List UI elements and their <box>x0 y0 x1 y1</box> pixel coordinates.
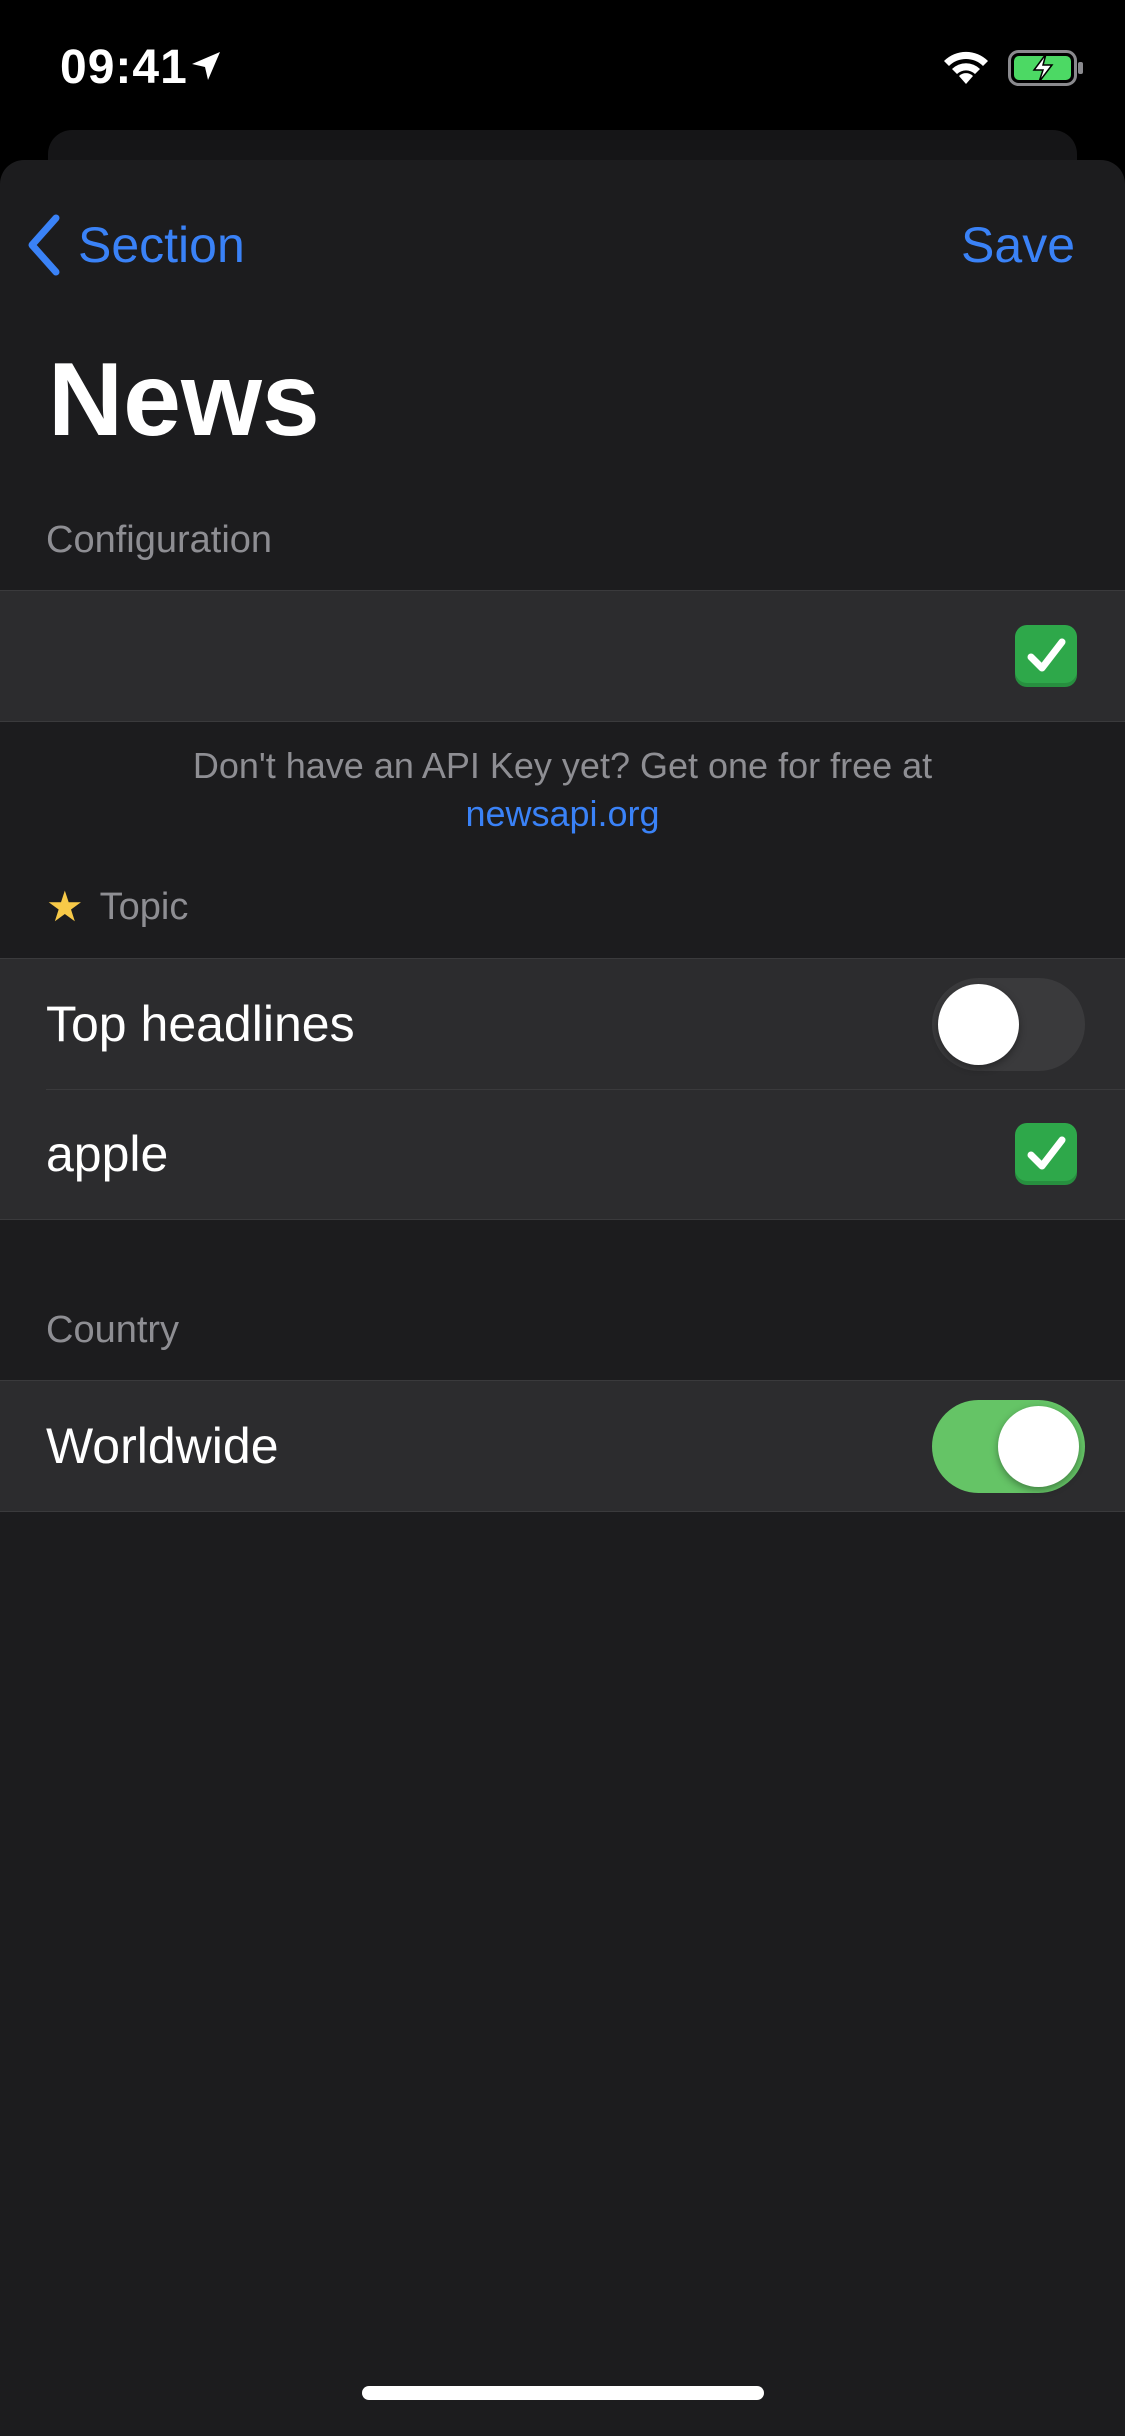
check-mark-button-icon <box>1015 1123 1077 1185</box>
country-group: Worldwide <box>0 1380 1125 1512</box>
toggle-knob <box>938 983 1019 1065</box>
settings-sheet: Section Save News Configuration Don't ha… <box>0 160 1125 2436</box>
worldwide-toggle[interactable] <box>932 1399 1085 1493</box>
topic-row-top-headlines[interactable]: Top headlines <box>0 959 1125 1089</box>
api-key-input[interactable] <box>46 621 950 693</box>
toggle-knob <box>998 1405 1079 1487</box>
location-arrow-icon <box>192 52 220 80</box>
country-row-worldwide[interactable]: Worldwide <box>0 1381 1125 1511</box>
home-indicator[interactable] <box>362 2386 764 2400</box>
worldwide-label: Worldwide <box>46 1418 279 1474</box>
top-headlines-toggle[interactable] <box>932 977 1085 1071</box>
top-headlines-label: Top headlines <box>46 996 355 1052</box>
topic-group: Top headlines apple <box>0 958 1125 1220</box>
star-icon: ★ <box>46 883 84 930</box>
battery-charging-icon <box>1008 50 1083 86</box>
apple-topic-label: apple <box>46 1126 169 1182</box>
section-header-topic: ★ Topic <box>46 882 188 932</box>
status-time: 09:41 <box>60 41 188 94</box>
save-button[interactable]: Save <box>961 210 1075 280</box>
back-button[interactable]: Section <box>24 210 245 280</box>
section-header-topic-label: Topic <box>99 886 189 928</box>
api-key-footer-text: Don't have an API Key yet? Get one for f… <box>192 745 933 786</box>
wifi-icon <box>944 51 988 84</box>
configuration-group <box>0 590 1125 722</box>
section-header-country: Country <box>46 1309 180 1351</box>
check-mark-button-icon <box>1015 625 1077 687</box>
api-key-row <box>0 591 1125 721</box>
page-title: News <box>48 342 320 458</box>
newsapi-link[interactable]: newsapi.org <box>0 790 1125 838</box>
back-button-label: Section <box>78 217 245 273</box>
topic-row-apple[interactable]: apple <box>0 1089 1125 1219</box>
status-bar: 09:41 <box>0 0 1125 130</box>
chevron-left-icon <box>28 214 60 276</box>
api-key-footer: Don't have an API Key yet? Get one for f… <box>0 742 1125 838</box>
section-header-configuration: Configuration <box>46 519 273 561</box>
